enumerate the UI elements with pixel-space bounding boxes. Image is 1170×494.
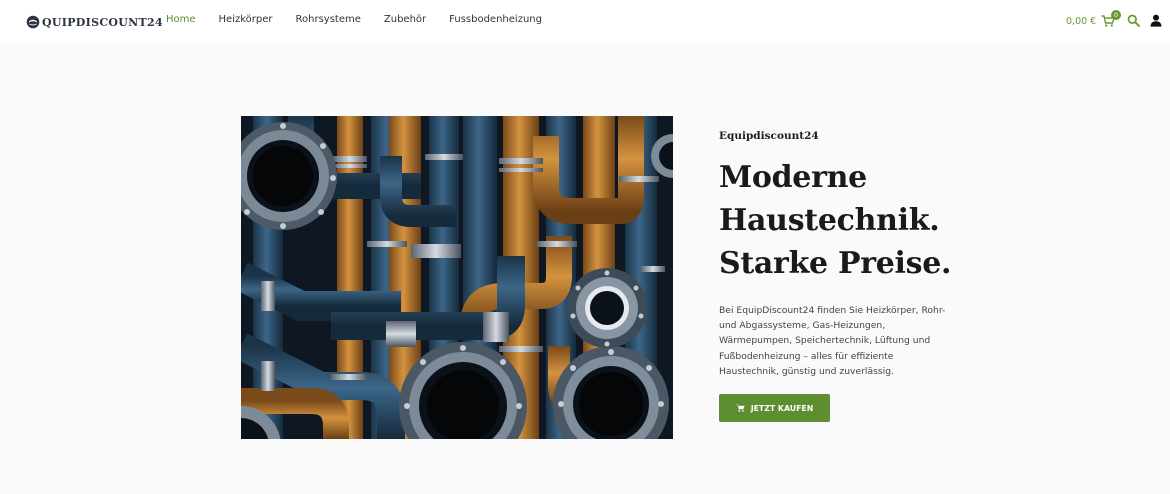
hero-description: Bei EquipDiscount24 finden Sie Heizkörpe… <box>719 303 946 379</box>
nav-home[interactable]: Home <box>166 14 196 25</box>
nav-zubehoer[interactable]: Zubehör <box>384 14 426 25</box>
site-header: QUIPDISCOUNT24 Home Heizkörper Rohrsyste… <box>0 0 1170 44</box>
hero-text-block: Equipdiscount24 Moderne Haustechnik. Sta… <box>719 130 952 379</box>
nav-fussbodenheizung[interactable]: Fussbodenheizung <box>449 14 542 25</box>
site-logo[interactable]: QUIPDISCOUNT24 <box>26 12 163 32</box>
nav-rohrsysteme[interactable]: Rohrsysteme <box>296 14 361 25</box>
cart-total[interactable]: 0,00 € <box>1066 16 1096 27</box>
nav-heizkoerper[interactable]: Heizkörper <box>219 14 273 25</box>
hero-image-pipes <box>241 116 673 439</box>
desc-line-3: Wärmepumpen, Speichertechnik, Lüftung un… <box>719 335 931 347</box>
desc-line-1: Bei EquipDiscount24 finden Sie Heizkörpe… <box>719 305 946 316</box>
headline-line-2: Haustechnik. <box>719 203 940 238</box>
hero-eyebrow: Equipdiscount24 <box>719 130 819 142</box>
user-account-icon[interactable] <box>1150 14 1162 27</box>
desc-line-4: Fußbodenheizung – alles für effiziente <box>719 350 894 362</box>
headline-line-3: Starke Preise. <box>719 246 952 281</box>
logo-e-icon <box>26 15 40 29</box>
cart-count-badge: 0 <box>1111 10 1121 20</box>
search-icon[interactable] <box>1127 14 1140 27</box>
pipes-illustration <box>241 116 673 439</box>
buy-now-button[interactable]: JETZT KAUFEN <box>719 394 830 422</box>
logo-text: QUIPDISCOUNT24 <box>42 15 163 29</box>
cart-icon <box>735 404 745 412</box>
desc-line-2: und Abgassysteme, Gas-Heizungen, <box>719 320 886 332</box>
flange-mid-right <box>567 268 647 348</box>
buy-now-label: JETZT KAUFEN <box>750 403 814 413</box>
headline-line-1: Moderne <box>719 160 867 195</box>
hero-headline: Moderne Haustechnik. Starke Preise. <box>719 156 952 285</box>
desc-line-5: Haustechnik, günstig und zuverlässig. <box>719 365 894 377</box>
main-nav: Home Heizkörper Rohrsysteme Zubehör Fuss… <box>166 14 565 25</box>
